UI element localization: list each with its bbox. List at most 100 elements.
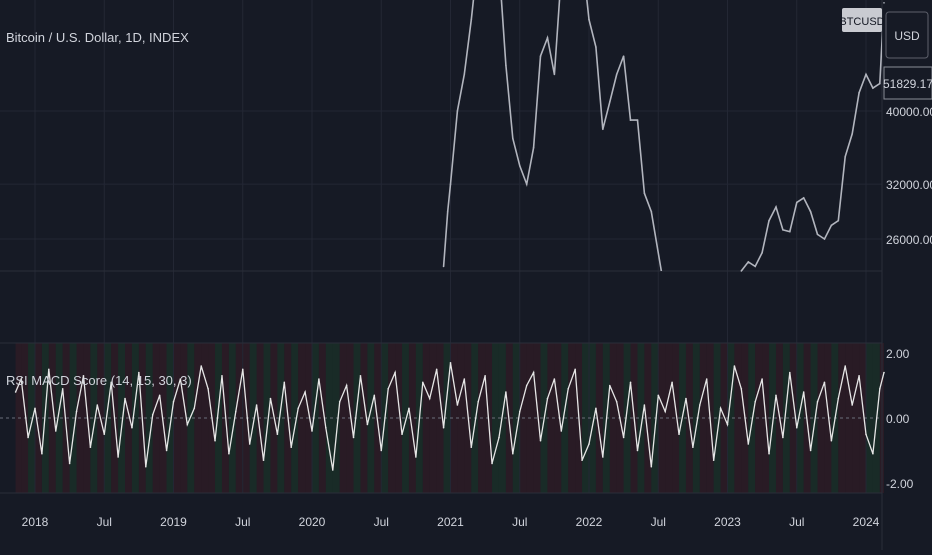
rsi-macd-score-point [117,456,119,458]
btc-price-point [525,183,528,185]
rsi-macd-score-point [470,446,473,449]
btc-price-point [883,2,885,4]
rsi-macd-score-point [422,381,424,384]
rsi-macd-score-point [719,407,722,410]
rsi-macd-score-point [68,462,71,465]
btc-price-point [650,210,653,213]
rsi-macd-score-point [89,446,92,449]
rsi-macd-score-point [331,469,334,471]
rsi-macd-score-point [705,378,708,380]
rsi-macd-score-point [387,387,389,390]
btc-price-point [858,91,860,94]
btc-price-point [761,251,763,254]
time-tick-label: Jul [651,515,666,529]
price-tick-label: 32000.00 [886,178,932,192]
rsi-macd-score-point [699,404,701,406]
rsi-macd-score-point [435,368,438,371]
btc-price-point [512,137,514,140]
btc-price-point [754,265,756,268]
rsi-macd-score-point [27,436,29,439]
btc-price-point [844,155,847,158]
rsi-macd-score-point [158,394,161,397]
rsi-macd-score-point [248,443,251,445]
rsi-macd-score-point [525,384,528,387]
rsi-macd-score-point [345,384,348,387]
btc-price-point [446,210,449,213]
rsi-macd-score-point [809,449,812,452]
rsi-macd-score-point [879,387,881,390]
rsi-macd-score-point [837,397,840,400]
rsi-macd-score-point [491,462,493,465]
rsi-macd-score-point [228,452,230,455]
btc-price-point [588,18,590,21]
btc-price-point [622,55,625,57]
rsi-macd-score-point [636,449,639,452]
btc-price-point [449,183,452,185]
rsi-macd-score-point [54,430,57,432]
time-tick-label: Jul [97,515,112,529]
rsi-macd-score-point [823,381,826,384]
rsi-macd-score-point [539,439,542,442]
rsi-macd-score-point [75,410,78,413]
time-tick-label: Jul [374,515,389,529]
rsi-macd-score-point [782,436,784,439]
rsi-macd-score-point [241,368,244,371]
rsi-macd-score-point [428,397,431,400]
btc-price-point [470,18,473,21]
rsi-macd-score-point [844,365,847,367]
rsi-macd-score-point [48,368,50,371]
btc-price-point [865,73,867,76]
rsi-macd-score-point [754,400,756,403]
rsi-macd-score-point [615,400,618,403]
symbol-title[interactable]: Bitcoin / U.S. Dollar, 1D, INDEX [6,30,189,45]
indicator-tick-label: -2.00 [886,477,914,491]
btc-price-point [518,165,521,167]
chart-canvas[interactable]: Bitcoin / U.S. Dollar, 1D, INDEX RSI MAC… [0,0,932,550]
rsi-macd-score-point [380,449,383,452]
rsi-macd-score-point [338,400,341,403]
rsi-macd-score-point [415,456,417,458]
rsi-macd-score-point [456,404,459,406]
rsi-macd-score-point [221,374,223,377]
currency-button-label[interactable]: USD [894,29,920,43]
btc-price-point [747,261,750,263]
rsi-macd-score-point [235,410,237,413]
rsi-macd-score-point [366,423,369,426]
rsi-macd-score-point [172,400,175,403]
rsi-macd-score-point [740,387,743,390]
rsi-macd-score-point [789,371,791,374]
btc-price-point [643,192,646,195]
rsi-macd-score-point [96,404,99,406]
rsi-macd-score-point [269,397,272,400]
rsi-macd-score-point [61,387,64,390]
rsi-macd-score-point [733,365,736,367]
chart-stage: Bitcoin / U.S. Dollar, 1D, INDEX RSI MAC… [0,0,932,550]
rsi-macd-score-point [768,452,770,455]
btc-price-point [602,128,604,131]
indicator-tick-label: 2.00 [886,347,910,361]
rsi-macd-score-point [207,387,209,390]
btc-price-point [463,73,466,76]
rsi-macd-score-point [622,436,625,439]
rsi-macd-score-point [685,397,687,400]
rsi-macd-score-point [505,391,507,393]
btc-price-point [608,101,611,103]
btc-price-point [505,64,507,67]
indicator-label[interactable]: RSI MACD Score (14, 15, 30, 3) [6,373,192,388]
rsi-macd-score-point [325,426,327,429]
rsi-macd-score-point [643,404,646,406]
ticker-badge: BTCUSD [839,8,885,32]
rsi-macd-score-point [304,391,306,393]
rsi-macd-score-point [671,381,673,384]
rsi-macd-score-point [318,378,320,380]
rsi-macd-score-point [574,368,576,371]
rsi-macd-score-point [200,365,202,367]
rsi-macd-score-point [255,404,258,406]
btc-price-point [872,87,874,89]
rsi-macd-score-point [851,404,853,406]
rsi-macd-score-point [401,433,403,436]
rsi-macd-score-point [477,400,480,403]
currency-button[interactable]: USD [885,11,929,59]
rsi-macd-score-point [664,410,666,413]
rsi-macd-score-point [761,378,763,380]
